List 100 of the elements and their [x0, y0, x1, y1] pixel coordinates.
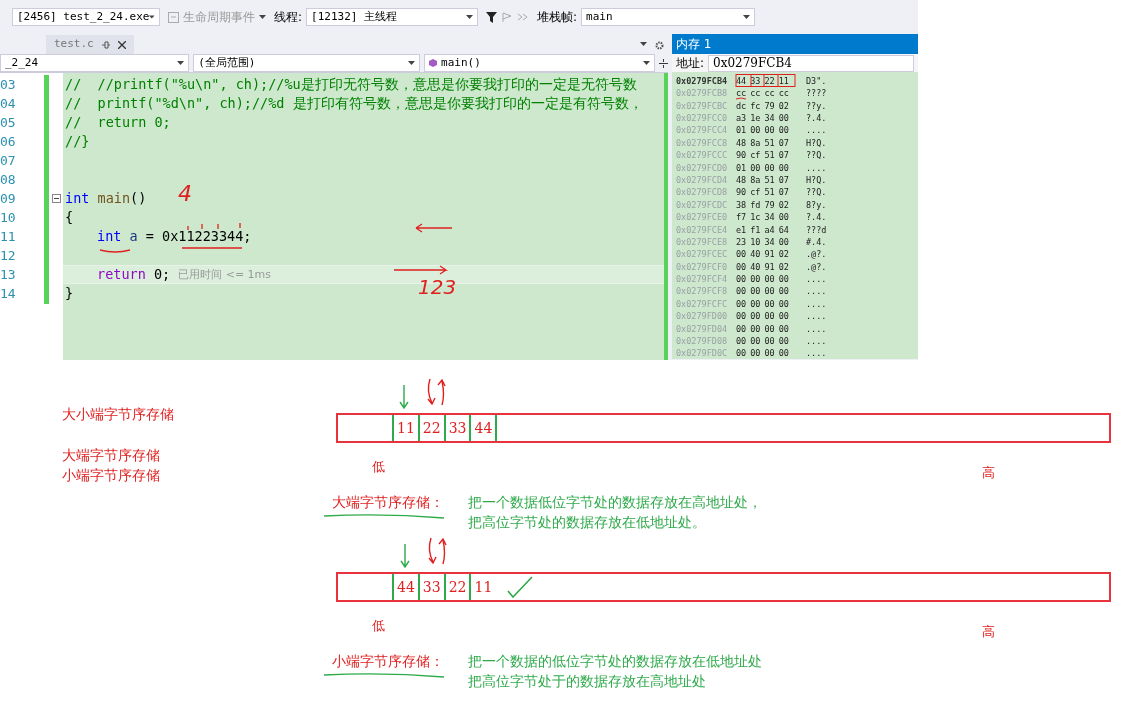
memory-ascii: ....	[806, 161, 827, 175]
address-field[interactable]: 0x0279FCB4	[708, 54, 914, 72]
memory-ascii: ....	[806, 347, 827, 359]
memory-byte: 00	[736, 285, 747, 299]
memory-byte: 79	[764, 198, 775, 212]
definition-text: 把一个数据的低位字节处的数据存放在低地址处	[468, 652, 762, 671]
project-dropdown[interactable]: _2_24	[0, 54, 190, 72]
filter-icon[interactable]	[486, 11, 498, 23]
memory-byte: 00	[736, 310, 747, 323]
memory-ascii: .@?.	[806, 248, 827, 262]
memory-address: 0x0279FCBC	[676, 99, 729, 113]
memory-byte: 38	[736, 198, 747, 212]
memory-byte: 00	[778, 235, 789, 249]
memory-ascii: #.4.	[806, 235, 827, 249]
function-name: main()	[441, 54, 481, 71]
memory-byte: 00	[736, 273, 747, 286]
memory-byte: e1	[736, 223, 747, 237]
memory-byte: 1c	[750, 211, 761, 224]
memory-byte: 00	[778, 285, 789, 299]
memory-ascii: ?.4.	[806, 211, 827, 224]
memory-byte: 00	[736, 335, 747, 348]
code-line: int main()	[65, 189, 147, 208]
memory-address: 0x0279FCE8	[676, 235, 729, 249]
memory-byte: 34	[764, 211, 775, 224]
memory-address: 0x0279FCB8	[676, 87, 729, 100]
code-line: {	[65, 208, 74, 227]
line-number: 14	[0, 285, 17, 303]
dropdown-caret-icon[interactable]	[640, 42, 647, 46]
memory-byte: 51	[764, 136, 775, 150]
memory-byte: cc	[764, 87, 775, 100]
memory-address: 0x0279FCD4	[676, 173, 729, 187]
elapsed-time-hint: 已用时间 <= 1ms	[178, 267, 272, 283]
memory-byte: 00	[736, 297, 747, 311]
high-address-label: 高	[982, 623, 995, 641]
memory-byte: 22	[764, 74, 775, 88]
memory-byte: 00	[778, 124, 789, 138]
memory-byte: 00	[750, 322, 761, 336]
memory-address: 0x0279FCE4	[676, 223, 729, 237]
ink-marks-drawing	[734, 74, 796, 102]
code-line: //}	[65, 132, 90, 151]
memory-byte: 8a	[750, 136, 761, 150]
low-address-label: 低	[372, 617, 385, 635]
memory-byte: 34	[764, 112, 775, 125]
stack-frame-dropdown[interactable]: main	[581, 8, 756, 26]
process-dropdown[interactable]: [2456] test_2_24.exe	[12, 8, 160, 26]
collapse-icon[interactable]	[51, 194, 61, 203]
line-number: 11	[0, 228, 17, 246]
file-tab[interactable]: test.c	[46, 35, 134, 54]
close-icon[interactable]	[117, 40, 126, 49]
memory-address: 0x0279FCCC	[676, 149, 729, 162]
memory-address: 0x0279FD08	[676, 335, 729, 348]
dropdown-caret-icon	[259, 15, 266, 19]
memory-byte: fc	[750, 99, 761, 113]
memory-byte: 02	[778, 260, 789, 274]
memory-byte: 40	[750, 260, 761, 274]
function-dropdown[interactable]: main()	[424, 54, 656, 72]
term-label: 小端字节序存储：	[332, 652, 444, 671]
memory-byte: 91	[764, 248, 775, 262]
memory-byte: 07	[778, 173, 789, 187]
code-line: // return 0;	[65, 113, 171, 132]
byte-value: 44	[469, 415, 498, 441]
memory-byte: 00	[736, 260, 747, 274]
memory-byte: 00	[750, 161, 761, 175]
memory-byte: 00	[778, 347, 789, 359]
memory-byte: 00	[764, 297, 775, 311]
memory-byte: 91	[764, 260, 775, 274]
byte-value: 22	[443, 574, 470, 600]
memory-byte: 23	[736, 235, 747, 249]
pin-icon[interactable]	[101, 40, 110, 49]
memory-ascii: ....	[806, 335, 827, 348]
memory-byte: cf	[750, 186, 761, 200]
memory-byte: 40	[750, 248, 761, 262]
memory-address: 0x0279FCE0	[676, 211, 729, 224]
line-number: 03	[0, 76, 17, 94]
memory-byte: 01	[736, 124, 747, 138]
memory-byte: 07	[778, 186, 789, 200]
memory-byte: 00	[778, 161, 789, 175]
handwritten-note: 123	[418, 274, 457, 301]
memory-ascii: ????	[806, 87, 827, 100]
memory-byte: 00	[750, 347, 761, 359]
memory-byte: 00	[778, 273, 789, 286]
memory-byte: 00	[764, 335, 775, 348]
memory-ascii: ??y.	[806, 99, 827, 113]
memory-byte: 02	[778, 198, 789, 212]
memory-byte: 00	[736, 248, 747, 262]
stack-frame-label: 堆栈帧:	[537, 9, 578, 26]
memory-address: 0x0279FCB4	[676, 74, 729, 88]
settings-icon[interactable]	[655, 41, 664, 50]
scope-dropdown[interactable]: (全局范围)	[193, 54, 421, 72]
memory-byte: 00	[750, 285, 761, 299]
memory-ascii: ....	[806, 322, 827, 336]
split-icon[interactable]	[659, 58, 668, 68]
line-number: 13	[0, 266, 17, 284]
memory-byte: 8a	[750, 173, 761, 187]
memory-byte: 00	[764, 310, 775, 323]
memory-byte: 00	[764, 273, 775, 286]
memory-byte: 1e	[750, 112, 761, 125]
code-line: return 0;	[97, 265, 171, 284]
thread-dropdown[interactable]: [12132] 主线程	[306, 8, 479, 26]
memory-byte: 00	[778, 335, 789, 348]
